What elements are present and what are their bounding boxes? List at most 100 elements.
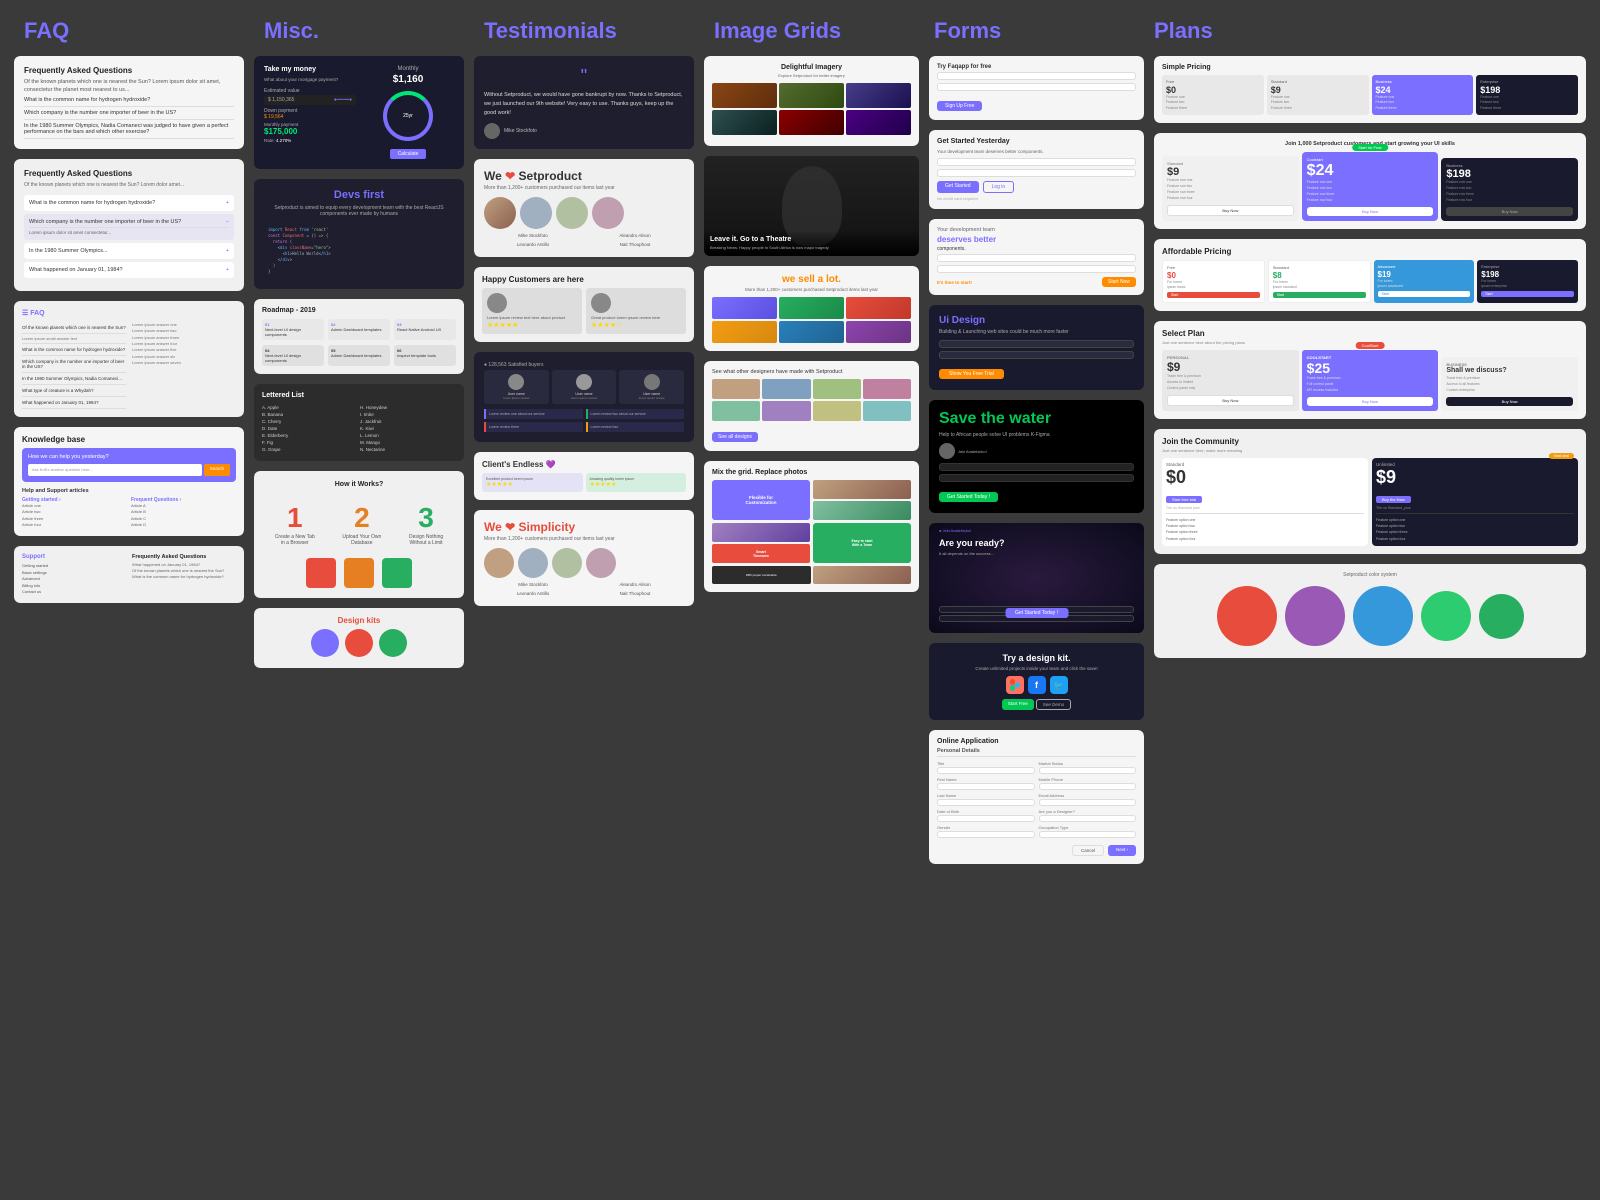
dev-team-card: Your development team deserves better co… <box>929 219 1144 295</box>
gs-field-password[interactable] <box>937 169 1136 177</box>
app-email-field[interactable] <box>1039 799 1137 806</box>
kit-start-btn[interactable]: Start Free <box>1002 699 1034 710</box>
sell-img-2 <box>779 297 844 319</box>
app-phone-field[interactable] <box>1039 783 1137 790</box>
faqapp-title: Try Faqapp for free <box>937 64 1136 70</box>
app-title-field[interactable] <box>937 767 1035 774</box>
app-lastname-field[interactable] <box>937 799 1035 806</box>
author-2: Aleandro Alison <box>586 233 684 238</box>
img-4 <box>712 110 777 135</box>
gs-field-email[interactable] <box>937 158 1136 166</box>
sell-img-3 <box>846 297 911 319</box>
list-item: G. Grape <box>262 446 358 453</box>
app-gender-field[interactable] <box>937 831 1035 838</box>
coolstart-plan-btn[interactable]: Buy Now <box>1307 207 1434 216</box>
login-btn[interactable]: Log in <box>983 181 1015 193</box>
kb-search-button[interactable]: Search <box>204 464 230 476</box>
online-app-title: Online Application <box>937 738 1136 745</box>
happy-customers-card: Happy Customers are here Lorem ipsum rev… <box>474 267 694 342</box>
kit-demo-btn[interactable]: See Demo <box>1036 699 1071 710</box>
app-firstname-field[interactable] <box>937 783 1035 790</box>
save-field-2[interactable] <box>939 474 1134 482</box>
faqapp-field-1[interactable] <box>937 72 1136 80</box>
save-field-1[interactable] <box>939 463 1134 471</box>
designer-img-6 <box>762 401 810 421</box>
buyer-avatar-3 <box>644 374 660 390</box>
save-avatar <box>939 443 955 459</box>
ui-design-card: Ui Design Building & Launching web sites… <box>929 305 1144 390</box>
step-icon-1 <box>306 558 336 588</box>
free-plan-btn[interactable]: Start <box>1167 292 1260 298</box>
faqapp-field-2[interactable] <box>937 83 1136 91</box>
app-marital-field[interactable] <box>1039 767 1137 774</box>
faq-accordion-item-3[interactable]: In the 1980 Summer Olympics... + <box>29 248 229 254</box>
ui-field-2[interactable] <box>939 351 1134 359</box>
mix-easy-start: Easy to startWith a Team <box>813 523 911 563</box>
standard-trial-btn[interactable]: Start free trial <box>1166 496 1202 503</box>
plans-column: Simple Pricing Free $0 Feature oneFeatur… <box>1154 56 1586 864</box>
faq-q3[interactable]: In the 1980 Summer Olympics, Nadia Coman… <box>24 120 234 139</box>
calculate-btn[interactable]: Calculate <box>390 149 427 159</box>
faq-accordion-item-4[interactable]: What happened on January 01, 1984? + <box>29 267 229 273</box>
business-buy-btn[interactable]: Buy Now <box>1446 397 1573 406</box>
star-rating-2: ★★★★☆ <box>591 321 681 329</box>
design-kit-icon-1 <box>311 629 339 657</box>
lettered-list-title: Lettered List <box>262 392 456 399</box>
client-stars-2: ★★★★★ <box>590 481 683 488</box>
author-4: Nait Thouphout <box>586 242 684 247</box>
personal-plan-btn[interactable]: Buy Now <box>1167 395 1294 406</box>
app-dob-field[interactable] <box>937 815 1035 822</box>
dev-field-1[interactable] <box>937 254 1136 262</box>
list-item: A. Apple <box>262 404 358 411</box>
enterprise-plan-btn[interactable]: Start <box>1481 291 1574 297</box>
advanced-plan-btn[interactable]: Start <box>1378 291 1471 297</box>
standard-plan-btn-2[interactable]: Start <box>1273 292 1366 298</box>
kb-subtitle: How we can help you yesterday? <box>28 454 230 460</box>
list-item: H. Honeydew <box>360 404 456 411</box>
mix-constraints: With proper constraints <box>712 566 811 584</box>
ready-get-started-btn[interactable]: Get Started Today ! <box>1005 608 1068 618</box>
simp-author-2: Aleandro Alison <box>586 582 684 587</box>
kb-title: Knowledge base <box>22 435 236 444</box>
quote-icon: " <box>484 66 684 87</box>
avatar-2 <box>520 197 552 229</box>
faq-q1[interactable]: What is the common name for hydrogen hyd… <box>24 94 234 107</box>
faq-q2[interactable]: Which company is the number one importer… <box>24 107 234 120</box>
get-started-btn[interactable]: Get Started <box>937 181 979 193</box>
dev-field-2[interactable] <box>937 265 1136 273</box>
mix-img-2 <box>813 501 911 520</box>
affordable-pricing-card: Affordable Pricing Free $0 For loremipsu… <box>1154 239 1586 312</box>
save-donate-btn[interactable]: Get Started Today ! <box>939 492 998 502</box>
star-rating-1: ★★★★★ <box>487 321 577 329</box>
simp-author-3: Leonardo Antillo <box>484 591 582 596</box>
mortgage-rate: 4.270% <box>276 138 291 143</box>
mix-img-1 <box>813 480 911 499</box>
support-title: Support <box>22 554 126 560</box>
author-3: Leonardo Antillo <box>484 242 582 247</box>
business-plan-btn[interactable]: Buy Now <box>1446 207 1573 216</box>
get-started-card: Get Started Yesterday Your development t… <box>929 130 1144 209</box>
app-occupation-field[interactable] <box>1039 831 1137 838</box>
unlimited-buy-btn[interactable]: Buy the New <box>1376 496 1411 503</box>
avatar-1 <box>484 197 516 229</box>
faq-accordion-item-2[interactable]: Which company is the number one importer… <box>29 219 229 225</box>
faq-sub-title: Frequently Asked Questions <box>132 554 236 560</box>
emotion-cta: Leave it. Go to a Theatre <box>710 236 913 243</box>
see-all-designs-btn[interactable]: See all designs <box>712 432 758 442</box>
app-designer-field[interactable] <box>1039 815 1137 822</box>
faq-accordion-item[interactable]: What is the common name for hydrogen hyd… <box>29 200 229 206</box>
show-free-btn[interactable]: Show You Free Trial <box>939 369 1004 379</box>
roadmap-card: Roadmap - 2019 01 Next-level UI design c… <box>254 299 464 374</box>
faqapp-submit-btn[interactable]: Sign Up Free <box>937 101 982 111</box>
app-next-btn[interactable]: Next › <box>1108 845 1136 856</box>
start-now-btn[interactable]: Start Now <box>1102 277 1136 287</box>
knowledge-base-card: Knowledge base How we can help you yeste… <box>14 427 244 537</box>
app-cancel-btn[interactable]: Cancel <box>1072 845 1104 856</box>
designer-img-8 <box>863 401 911 421</box>
ui-field-1[interactable] <box>939 340 1134 348</box>
standard-plan-btn[interactable]: Buy Now <box>1167 205 1294 216</box>
blob-dark-green <box>1479 594 1524 639</box>
coolstart-buy-btn[interactable]: Buy Now <box>1307 397 1434 406</box>
step-2-number: 2 <box>342 502 381 534</box>
testimonials-column: " Without Setproduct, we would have gone… <box>474 56 694 864</box>
